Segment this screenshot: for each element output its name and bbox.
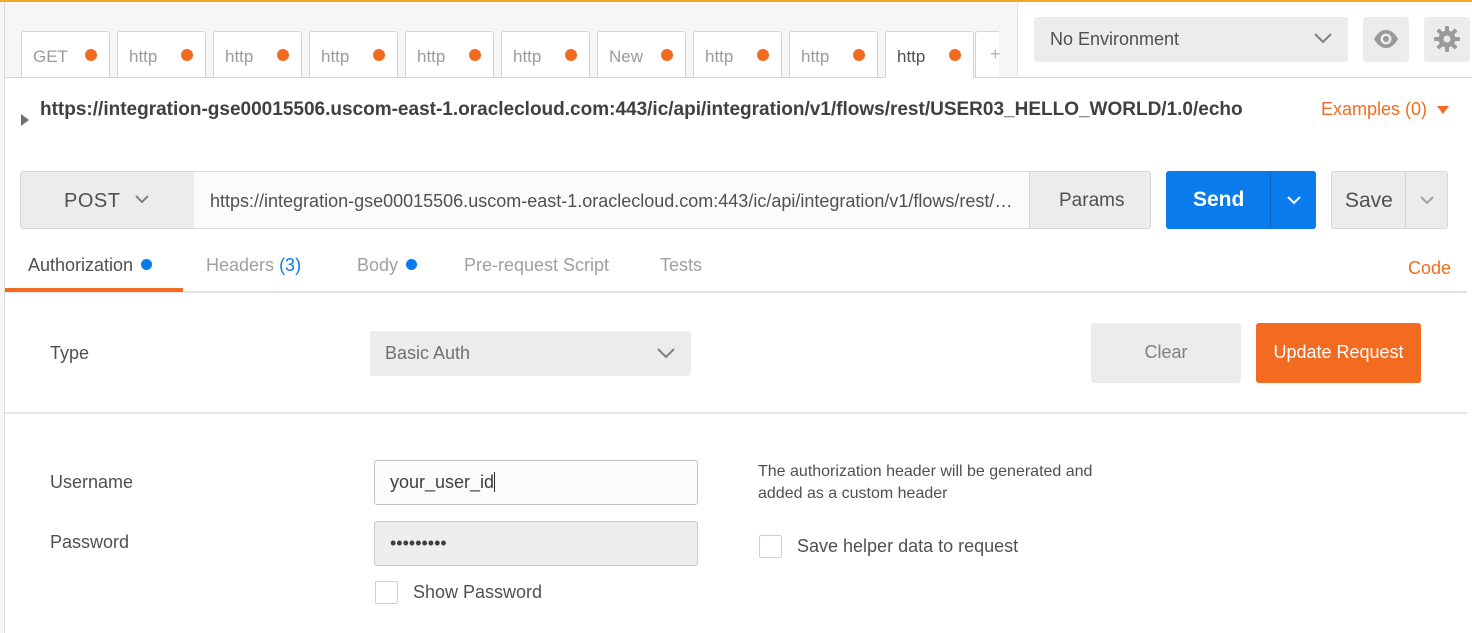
- password-field[interactable]: •••••••••: [374, 521, 698, 566]
- save-helper-checkbox[interactable]: [759, 535, 782, 558]
- request-tab[interactable]: GET: [21, 31, 110, 77]
- unsaved-dot-icon: [85, 49, 97, 61]
- tab-overflow-partial[interactable]: +: [975, 31, 1001, 77]
- chevron-down-icon: [1287, 196, 1301, 205]
- save-helper-label[interactable]: Save helper data to request: [797, 536, 1018, 557]
- send-label: Send: [1193, 188, 1245, 211]
- clear-label: Clear: [1144, 342, 1188, 362]
- unsaved-dot-icon: [853, 49, 865, 61]
- show-password-label[interactable]: Show Password: [413, 582, 542, 603]
- modified-dot-icon: [141, 259, 153, 270]
- tabs-divider: [5, 291, 1467, 293]
- unsaved-dot-icon: [181, 49, 193, 61]
- tab-headers[interactable]: Headers (3): [206, 255, 301, 276]
- params-button[interactable]: Params: [1029, 171, 1151, 229]
- chevron-down-icon: [1420, 196, 1434, 205]
- tab-tests[interactable]: Tests: [660, 255, 702, 276]
- request-name-heading[interactable]: https://integration-gse00015506.uscom-ea…: [40, 96, 1280, 123]
- environment-select-value: No Environment: [1050, 29, 1180, 49]
- tab-body[interactable]: Body: [357, 255, 418, 276]
- request-tab-label: http: [417, 47, 446, 66]
- tab-prerequest-label: Pre-request Script: [464, 255, 610, 275]
- username-field[interactable]: your_user_id: [374, 460, 698, 505]
- unsaved-dot-icon: [757, 49, 769, 61]
- tab-overflow-glyph: +: [990, 44, 1001, 64]
- request-tab[interactable]: http: [885, 31, 974, 78]
- examples-dropdown[interactable]: Examples (0): [1321, 99, 1427, 120]
- method-value: POST: [64, 190, 121, 212]
- unsaved-dot-icon: [373, 49, 385, 61]
- method-select[interactable]: POST: [20, 171, 195, 229]
- send-button[interactable]: Send: [1166, 171, 1271, 229]
- request-tab[interactable]: http: [309, 31, 398, 77]
- tab-headers-label: Headers: [206, 255, 275, 275]
- request-tab-label: http: [897, 47, 926, 66]
- unsaved-dot-icon: [661, 49, 673, 61]
- request-tab-label: GET: [33, 47, 68, 66]
- auth-header-note: The authorization header will be generat…: [758, 463, 1093, 502]
- request-tab[interactable]: http: [789, 31, 878, 77]
- username-label: Username: [50, 472, 134, 492]
- save-button[interactable]: Save: [1331, 171, 1406, 229]
- request-tab[interactable]: New: [597, 31, 686, 77]
- active-tab-indicator: [5, 288, 183, 292]
- send-options-button[interactable]: [1270, 171, 1316, 229]
- chevron-down-icon: [135, 195, 149, 204]
- request-tab[interactable]: http: [405, 31, 494, 77]
- auth-type-select[interactable]: Basic Auth: [370, 331, 691, 376]
- request-tab-label: http: [705, 47, 734, 66]
- modified-dot-icon: [406, 259, 418, 270]
- request-tab-label: http: [225, 47, 254, 66]
- unsaved-dot-icon: [949, 49, 961, 61]
- tab-authorization-label: Authorization: [28, 255, 134, 275]
- auth-type-value: Basic Auth: [385, 343, 471, 363]
- unsaved-dot-icon: [277, 49, 289, 61]
- request-tab-label: http: [513, 47, 542, 66]
- request-tab[interactable]: http: [117, 31, 206, 77]
- chevron-down-icon: [657, 348, 675, 359]
- unsaved-dot-icon: [469, 49, 481, 61]
- eye-icon: [1374, 30, 1398, 48]
- request-tab-label: http: [801, 47, 830, 66]
- environment-select[interactable]: No Environment: [1034, 17, 1348, 62]
- request-tab-label: New: [609, 47, 644, 66]
- tab-headers-count: (3): [279, 255, 302, 275]
- request-tab[interactable]: http: [213, 31, 302, 77]
- sidebar-edge: [0, 2, 5, 633]
- section-divider: [5, 412, 1467, 414]
- manage-environments-button[interactable]: [1424, 17, 1470, 62]
- request-tab-label: http: [129, 47, 158, 66]
- password-value: •••••••••: [390, 533, 447, 553]
- show-password-checkbox[interactable]: [375, 581, 398, 604]
- environment-quick-look-button[interactable]: [1363, 17, 1409, 62]
- url-input-value: https://integration-gse00015506.uscom-ea…: [210, 191, 1018, 211]
- save-label: Save: [1345, 189, 1393, 212]
- unsaved-dot-icon: [565, 49, 577, 61]
- url-input[interactable]: https://integration-gse00015506.uscom-ea…: [194, 171, 1030, 229]
- request-tab[interactable]: http: [501, 31, 590, 77]
- tab-pre-request-script[interactable]: Pre-request Script: [464, 255, 609, 276]
- password-label: Password: [50, 532, 130, 552]
- generate-code-link[interactable]: Code: [1408, 258, 1451, 279]
- auth-type-label: Type: [50, 343, 90, 363]
- tab-body-label: Body: [357, 255, 399, 275]
- expand-caret-icon[interactable]: [21, 114, 29, 126]
- params-label: Params: [1059, 190, 1125, 211]
- chevron-down-icon: [1314, 33, 1332, 44]
- clear-button[interactable]: Clear: [1091, 323, 1241, 383]
- gear-icon: [1434, 26, 1460, 52]
- update-request-label: Update Request: [1273, 342, 1404, 362]
- request-tab[interactable]: http: [693, 31, 782, 77]
- username-value: your_user_id: [390, 472, 496, 492]
- tab-tests-label: Tests: [660, 255, 703, 275]
- save-options-button[interactable]: [1405, 171, 1448, 229]
- examples-caret-icon[interactable]: [1437, 106, 1449, 114]
- request-tab-label: http: [321, 47, 350, 66]
- tab-authorization[interactable]: Authorization: [28, 255, 153, 276]
- update-request-button[interactable]: Update Request: [1256, 323, 1421, 383]
